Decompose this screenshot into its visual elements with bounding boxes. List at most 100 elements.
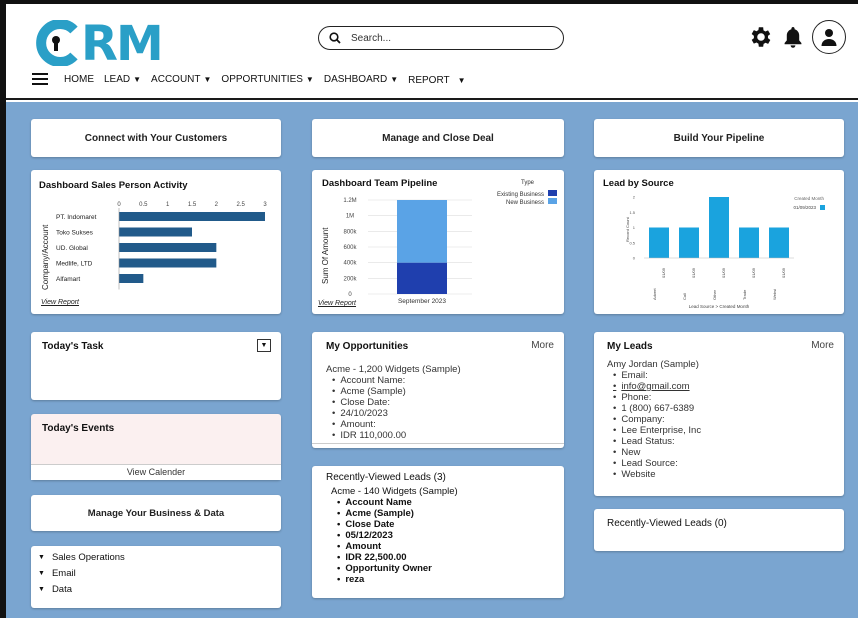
legend-label: Existing Business	[497, 192, 544, 198]
y-tick-label: Alfamart	[56, 276, 80, 283]
y-tick-label: PT. Indomaret	[56, 214, 97, 221]
menu-item-data[interactable]: ▼ Data	[38, 584, 72, 596]
bar	[709, 197, 729, 258]
field-item: Opportunity Owner	[331, 563, 458, 574]
field-item: Company:	[607, 414, 701, 425]
nav-report[interactable]: REPORT ▼	[408, 75, 465, 86]
card-title: Today's Events	[42, 423, 115, 434]
nav-lead[interactable]: LEAD ▼	[104, 74, 141, 85]
legend-label: 01/09/2023	[793, 205, 816, 210]
profile-avatar[interactable]	[812, 20, 846, 54]
x-tick-label: 1	[166, 202, 170, 208]
field-item: Email:	[607, 370, 701, 381]
nav-home[interactable]: HOME	[64, 74, 94, 85]
more-link[interactable]: More	[531, 340, 554, 351]
x-tick-sublabel: 01/09	[691, 267, 696, 278]
hamburger-icon[interactable]	[32, 70, 48, 88]
y-tick-label: UD. Global	[56, 245, 88, 252]
main-nav: HOME LEAD ▼ ACCOUNT ▼ OPPORTUNITIES ▼ DASHB…	[32, 70, 476, 88]
search-bar[interactable]: Search...	[318, 26, 564, 50]
bar	[119, 227, 192, 237]
x-axis-title: Lead Source > Created Month	[689, 304, 750, 309]
field-item: IDR 110,000.00	[326, 430, 461, 441]
field-item: Amount:	[326, 419, 461, 430]
menu-item-email[interactable]: ▼ Email	[38, 568, 76, 580]
button-label: Manage Your Business & Data	[87, 507, 225, 519]
view-report-link[interactable]: View Report	[318, 300, 356, 307]
nav-label: LEAD	[104, 73, 131, 85]
bar	[679, 227, 699, 258]
caret-down-icon: ▼	[305, 74, 314, 84]
lead-name[interactable]: Amy Jordan (Sample)	[607, 359, 701, 370]
y-tick-label: 0.5	[629, 240, 635, 245]
y-tick-label: 1.2M	[343, 198, 356, 204]
search-input[interactable]: Search...	[351, 33, 391, 44]
bell-icon[interactable]	[782, 25, 804, 49]
x-tick-label: 2	[215, 202, 219, 208]
email-link[interactable]: info@gmail.com	[607, 381, 701, 392]
view-report-link[interactable]: View Report	[41, 299, 79, 306]
lead-fields: Account Name Acme (Sample) Close Date 05…	[331, 497, 458, 585]
business-menu-card: ▼ Sales Operations ▼ Email ▼ Data	[31, 546, 281, 608]
nav-account[interactable]: ACCOUNT ▼	[151, 74, 211, 85]
card-title: Recently-Viewed Leads (0)	[607, 518, 727, 529]
x-tick-label: Other	[712, 289, 717, 300]
nav-opportunities[interactable]: OPPORTUNITIES ▼	[221, 74, 313, 85]
nav-label: ACCOUNT	[151, 73, 201, 85]
sales-activity-card: Dashboard Sales Person Activity 0 0.5 1 1.5…	[31, 170, 281, 314]
connect-customers-button[interactable]: Connect with Your Customers	[31, 119, 281, 157]
field-item: Lee Enterprise, Inc	[607, 425, 701, 436]
dashboard-area: Connect with Your Customers Manage and C…	[6, 102, 858, 618]
caret-down-icon: ▼	[457, 76, 466, 85]
field-item: Phone:	[607, 392, 701, 403]
task-filter-dropdown[interactable]: ▼	[257, 339, 271, 352]
y-tick-label: 400k	[343, 261, 357, 267]
legend-label: New Business	[506, 200, 544, 206]
card-title: My Opportunities	[326, 341, 409, 352]
field-item: Acme (Sample)	[331, 508, 458, 519]
user-icon	[821, 29, 837, 46]
stacked-bar-segment	[397, 262, 447, 294]
todays-task-card: Today's Task ▼	[31, 332, 281, 400]
crm-logo[interactable]: RM	[34, 14, 164, 72]
x-tick-label: Websi	[772, 289, 777, 300]
lead-name[interactable]: Acme - 140 Widgets (Sample)	[331, 486, 458, 497]
bar	[649, 227, 669, 258]
field-item: Account Name:	[326, 375, 461, 386]
team-pipeline-card: Dashboard Team Pipeline 0 200k 400k 600k 800…	[312, 170, 564, 314]
team-pipeline-chart: 0 200k 400k 600k 800k 1M 1.2M September 2023 Sum…	[321, 180, 557, 305]
search-icon	[329, 32, 341, 44]
y-tick-label: 800k	[343, 229, 357, 235]
button-label: Manage and Close Deal	[382, 132, 494, 144]
menu-label: Email	[51, 568, 76, 579]
caret-down-icon: ▼	[38, 554, 45, 561]
menu-label: Sales Operations	[51, 552, 125, 563]
field-item: 1 (800) 667-6389	[607, 403, 701, 414]
gear-icon[interactable]	[748, 24, 774, 50]
recent-leads-empty-card: Recently-Viewed Leads (0)	[594, 509, 844, 551]
caret-down-icon: ▼	[390, 74, 399, 84]
manage-business-button[interactable]: Manage Your Business & Data	[31, 495, 281, 531]
legend-swatch	[820, 205, 825, 210]
bar	[739, 227, 759, 258]
card-divider	[312, 443, 564, 444]
build-pipeline-button[interactable]: Build Your Pipeline	[594, 119, 844, 157]
x-tick-label: 0.5	[139, 202, 148, 208]
field-item: Account Name	[331, 497, 458, 508]
lead-source-chart: 0 0.5 1 1.5 2 Advert 01/09 Call 01/09 Other 01/09 T…	[625, 195, 825, 309]
nav-dashboard[interactable]: DASHBOARD ▼	[324, 74, 398, 85]
opportunity-fields: Account Name: Acme (Sample) Close Date: …	[326, 375, 461, 441]
more-link[interactable]: More	[811, 340, 834, 351]
card-title: Today's Task	[42, 341, 104, 352]
x-tick-label: 2.5	[236, 202, 245, 208]
logo-mark-icon	[36, 20, 78, 66]
my-leads-card: My Leads More Amy Jordan (Sample) Email:…	[594, 332, 844, 496]
view-calendar-link[interactable]: View Calender	[31, 464, 281, 480]
field-item: Close Date:	[326, 397, 461, 408]
opportunity-name[interactable]: Acme - 1,200 Widgets (Sample)	[326, 364, 461, 375]
logo-text: RM	[81, 16, 164, 72]
manage-close-deal-button[interactable]: Manage and Close Deal	[312, 119, 564, 157]
menu-item-sales-operations[interactable]: ▼ Sales Operations	[38, 552, 125, 564]
nav-label: OPPORTUNITIES	[221, 73, 303, 85]
legend-title: Created Month	[794, 196, 824, 201]
